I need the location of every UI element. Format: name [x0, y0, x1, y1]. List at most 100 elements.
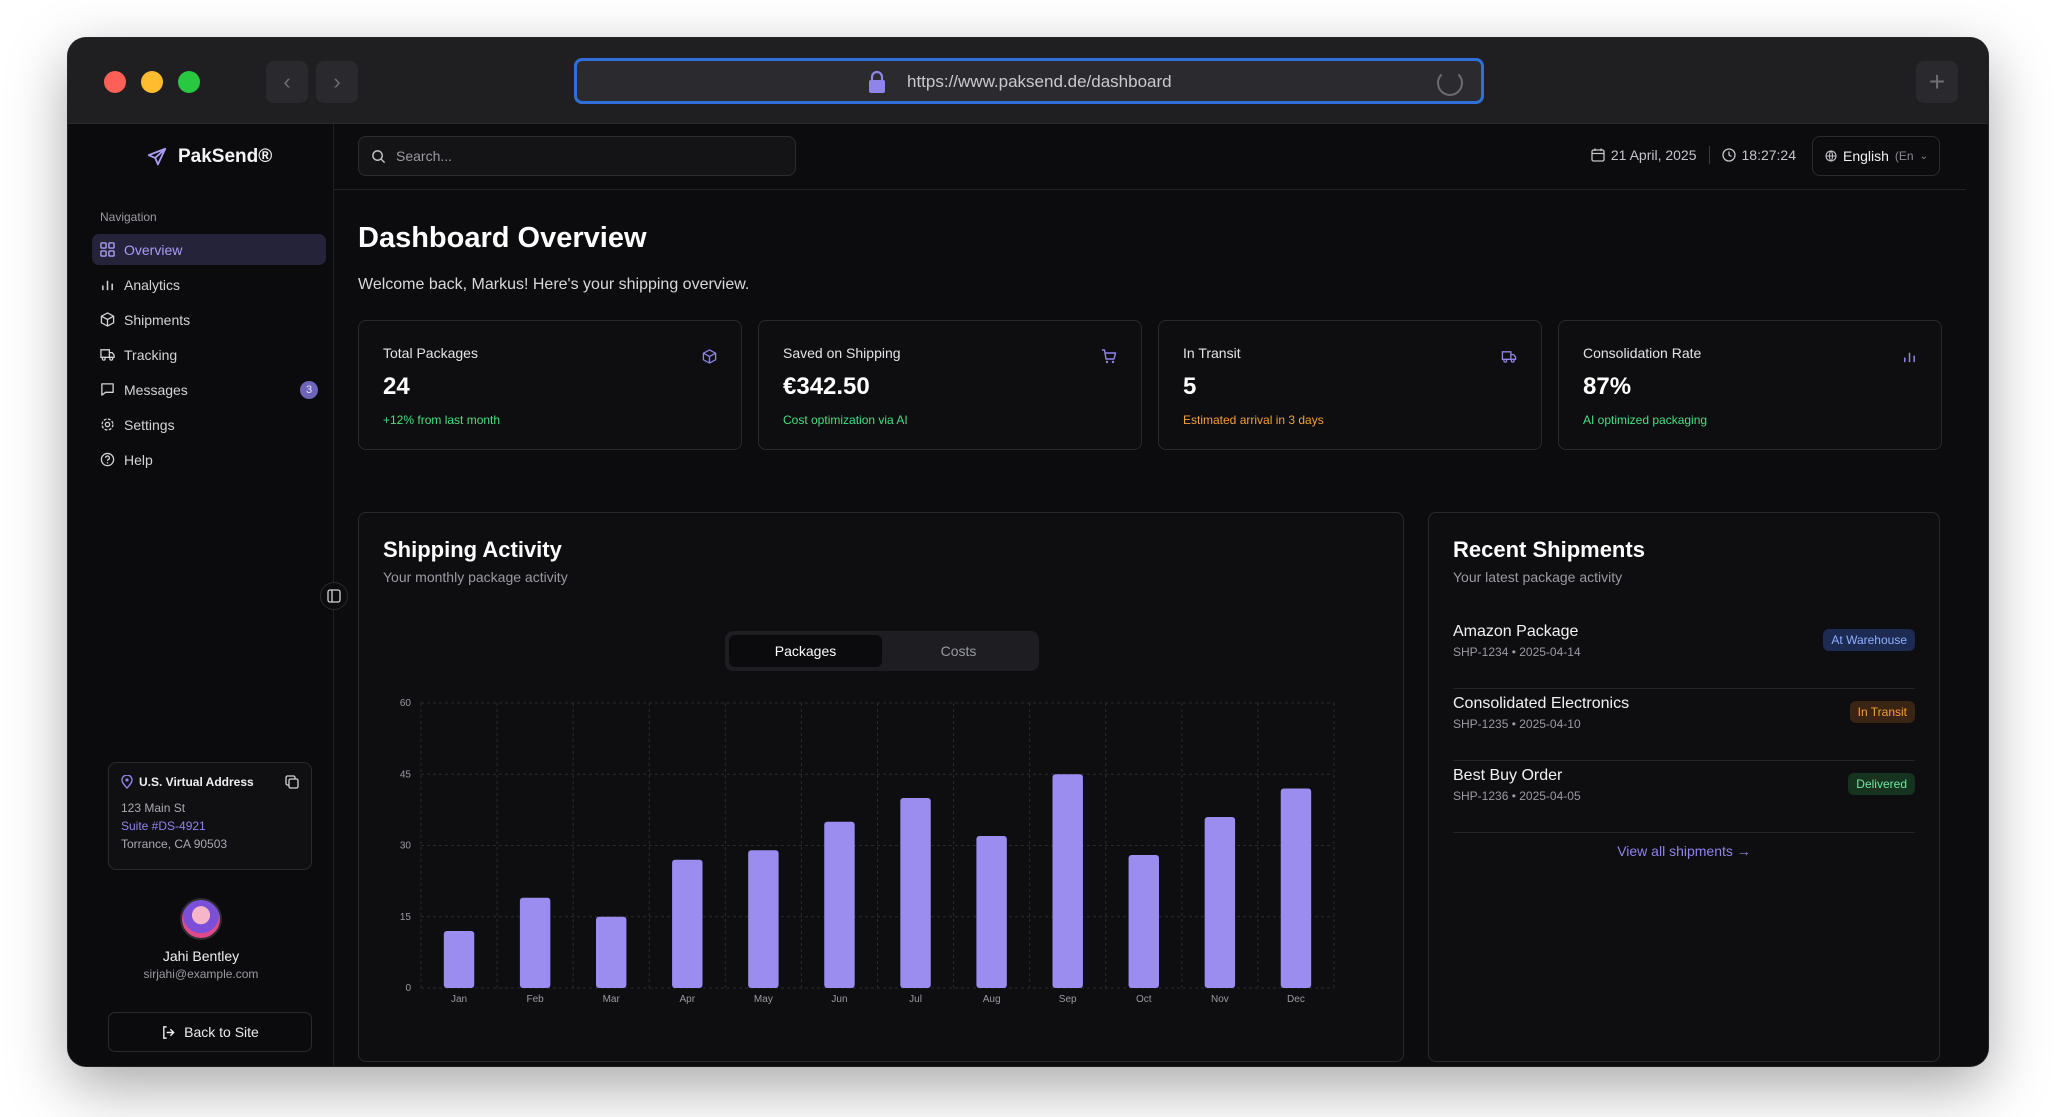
sidebar-item-label: Help — [124, 451, 153, 468]
stat-label: Consolidation Rate — [1583, 345, 1702, 361]
panel-left-icon — [327, 589, 341, 603]
search-box[interactable] — [358, 136, 796, 176]
x-tick-label: Jul — [909, 994, 922, 1005]
language-selector[interactable]: English (En ⌄ — [1812, 136, 1940, 176]
sidebar-item-help[interactable]: Help — [92, 444, 326, 475]
user-email: sirjahi@example.com — [143, 967, 259, 981]
shipping-activity-subtitle: Your monthly package activity — [383, 569, 568, 585]
sidebar-item-messages[interactable]: Messages 3 — [92, 374, 326, 405]
top-bar: 21 April, 2025 18:27:24 English (En ⌄ — [334, 124, 1966, 190]
shipment-list: Amazon Package SHP-1234 • 2025-04-14 At … — [1453, 617, 1915, 859]
stat-label: Total Packages — [383, 345, 478, 361]
forward-nav-button[interactable]: › — [316, 61, 358, 103]
new-tab-button[interactable]: + — [1916, 61, 1958, 103]
address-suite: Suite #DS-4921 — [121, 819, 206, 833]
x-tick-label: Feb — [527, 994, 545, 1005]
shipment-row[interactable]: Consolidated Electronics SHP-1235 • 2025… — [1453, 689, 1915, 761]
address-bar[interactable]: https://www.paksend.de/dashboard — [574, 58, 1484, 104]
chart-bar-nov — [1204, 817, 1236, 988]
chart-bar-jan — [443, 931, 475, 988]
avatar[interactable] — [180, 898, 222, 940]
chart-bar-jun — [824, 821, 855, 988]
chevron-right-icon: › — [333, 69, 341, 94]
brand-logo[interactable]: PakSend® — [146, 146, 272, 168]
stat-note: Estimated arrival in 3 days — [1183, 413, 1324, 427]
main-content: 21 April, 2025 18:27:24 English (En ⌄ Da… — [334, 124, 1988, 1066]
x-tick-label: May — [754, 994, 773, 1005]
back-nav-button[interactable]: ‹ — [266, 61, 308, 103]
x-tick-label: Aug — [983, 994, 1001, 1005]
tab-packages[interactable]: Packages — [729, 635, 882, 667]
cart-icon — [1102, 349, 1117, 364]
brand-name: PakSend® — [178, 146, 273, 167]
shipment-meta: SHP-1236 • 2025-04-05 — [1453, 789, 1581, 803]
x-tick-label: Apr — [680, 994, 696, 1005]
plane-icon — [147, 147, 167, 166]
status-badge: Delivered — [1848, 773, 1915, 795]
stat-value: 24 — [383, 373, 410, 400]
y-tick-label: 15 — [400, 912, 412, 923]
chart-bar-mar — [595, 916, 627, 988]
x-tick-label: Oct — [1136, 994, 1152, 1005]
view-all-shipments-link[interactable]: View all shipments → — [1453, 843, 1915, 859]
chart-bar-apr — [672, 859, 703, 988]
current-time: 18:27:24 — [1741, 147, 1797, 163]
gear-icon — [101, 418, 114, 431]
map-pin-icon — [121, 775, 133, 789]
sidebar-item-settings[interactable]: Settings — [92, 409, 326, 440]
tab-costs[interactable]: Costs — [882, 635, 1035, 667]
chart-bar-feb — [519, 897, 551, 988]
search-input[interactable] — [396, 148, 776, 164]
clock-icon — [1721, 148, 1736, 162]
page-subtitle: Welcome back, Markus! Here's your shippi… — [358, 276, 750, 293]
sidebar-item-label: Overview — [124, 241, 183, 258]
shipment-meta: SHP-1235 • 2025-04-10 — [1453, 717, 1581, 731]
user-name: Jahi Bentley — [162, 948, 240, 964]
maximize-window-button[interactable] — [178, 71, 200, 93]
close-window-button[interactable] — [104, 71, 126, 93]
stat-note: +12% from last month — [383, 413, 501, 427]
browser-titlebar: ‹ › https://www.paksend.de/dashboard + — [68, 38, 1988, 124]
divider — [1708, 146, 1710, 164]
sidebar-item-label: Analytics — [124, 276, 181, 293]
address-city: Torrance, CA 90503 — [121, 837, 228, 851]
help-circle-icon — [100, 452, 115, 467]
shipment-name: Amazon Package — [1453, 623, 1579, 640]
copy-icon[interactable] — [285, 775, 299, 789]
chart-bar-jul — [900, 798, 931, 988]
shipment-row[interactable]: Best Buy Order SHP-1236 • 2025-04-05 Del… — [1453, 761, 1915, 833]
sidebar-item-shipments[interactable]: Shipments — [92, 304, 326, 335]
sidebar-item-analytics[interactable]: Analytics — [92, 269, 326, 300]
sidebar-item-tracking[interactable]: Tracking — [92, 339, 326, 370]
stat-value: 5 — [1183, 373, 1197, 400]
virtual-address-title: U.S. Virtual Address — [121, 775, 299, 789]
search-icon — [372, 149, 386, 163]
nav-list: Overview Analytics Shipments Tracking Me… — [92, 234, 326, 479]
recent-shipments-title: Recent Shipments — [1453, 537, 1645, 562]
status-badge: In Transit — [1849, 701, 1915, 723]
log-out-icon — [163, 1025, 175, 1039]
messages-count-badge: 3 — [300, 381, 318, 399]
shipment-row[interactable]: Amazon Package SHP-1234 • 2025-04-14 At … — [1453, 617, 1915, 689]
chart-bar-dec — [1280, 788, 1312, 988]
shipment-name: Best Buy Order — [1453, 767, 1563, 784]
current-date: 21 April, 2025 — [1610, 147, 1697, 163]
bar-chart-icon — [1904, 352, 1915, 363]
sidebar-item-overview[interactable]: Overview — [92, 234, 326, 265]
user-profile[interactable]: Jahi Bentley sirjahi@example.com — [68, 898, 334, 981]
reload-icon[interactable] — [1437, 70, 1463, 96]
virtual-address-card: U.S. Virtual Address 123 Main St Suite #… — [108, 762, 312, 870]
shipping-activity-card: Shipping Activity Your monthly package a… — [358, 512, 1404, 1062]
shipping-activity-title: Shipping Activity — [383, 537, 562, 562]
sidebar-item-label: Shipments — [124, 311, 191, 328]
stat-card-total-packages: Total Packages 24 +12% from last month — [358, 320, 742, 450]
minimize-window-button[interactable] — [141, 71, 163, 93]
stat-card-saved-on-shipping: Saved on Shipping €342.50 Cost optimizat… — [758, 320, 1142, 450]
shipment-name: Consolidated Electronics — [1453, 695, 1630, 712]
sidebar-toggle-button[interactable] — [320, 582, 348, 610]
message-icon — [101, 383, 114, 396]
grid-icon — [100, 242, 115, 257]
back-to-site-button[interactable]: Back to Site — [108, 1012, 312, 1052]
url-text: https://www.paksend.de/dashboard — [907, 72, 1172, 91]
back-to-site-label: Back to Site — [184, 1024, 259, 1040]
